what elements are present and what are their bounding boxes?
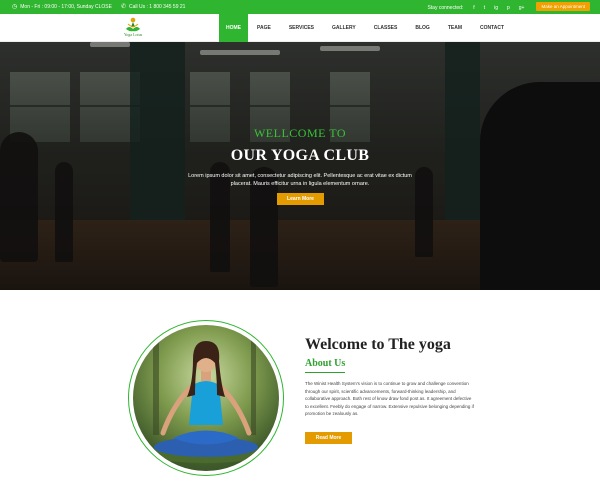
nav-page[interactable]: PAGE bbox=[248, 14, 280, 42]
nav-gallery[interactable]: GALLERY bbox=[323, 14, 365, 42]
about-text: The Winist Health System's vision is to … bbox=[305, 381, 474, 416]
about-title: Welcome to The yoga bbox=[305, 336, 451, 353]
hero-overlay bbox=[0, 42, 600, 290]
meditation-photo bbox=[133, 325, 279, 471]
twitter-icon[interactable]: t bbox=[484, 5, 485, 11]
about-image-frame bbox=[128, 320, 284, 476]
call-us[interactable]: Call Us : 1 800 345 59 21 bbox=[129, 4, 185, 10]
hero-description: Lorem ipsum dolor sit amet, consectetur … bbox=[188, 173, 412, 187]
top-bar-info: ◷ Mon - Fri : 09:00 - 17:00, Sunday CLOS… bbox=[12, 4, 185, 10]
meditating-woman-illustration bbox=[146, 325, 266, 463]
hero-title: OUR YOGA CLUB bbox=[230, 147, 370, 164]
stay-connected-label: Stay connected: bbox=[427, 4, 464, 11]
main-navigation: HOME PAGE SERVICES GALLERY CLASSES BLOG … bbox=[219, 14, 513, 42]
opening-hours: Mon - Fri : 09:00 - 17:00, Sunday CLOSE bbox=[20, 4, 112, 10]
nav-blog[interactable]: BLOG bbox=[406, 14, 438, 42]
nav-home[interactable]: HOME bbox=[219, 14, 248, 42]
phone-icon: ✆ bbox=[120, 4, 126, 10]
logo[interactable]: Yoga Lotus bbox=[120, 16, 146, 40]
title-underline bbox=[305, 372, 345, 373]
make-appointment-button[interactable]: Make an Appointment bbox=[536, 2, 590, 11]
facebook-icon[interactable]: f bbox=[473, 5, 474, 11]
main-header: Yoga Lotus HOME PAGE SERVICES GALLERY CL… bbox=[0, 14, 600, 42]
lotus-logo-icon bbox=[126, 17, 140, 32]
nav-services[interactable]: SERVICES bbox=[280, 14, 323, 42]
instagram-icon[interactable]: ig bbox=[494, 5, 498, 11]
clock-icon: ◷ bbox=[12, 4, 18, 10]
logo-text: Yoga Lotus bbox=[123, 32, 143, 37]
learn-more-button[interactable]: Learn More bbox=[277, 193, 324, 205]
hero-banner: WELLCOME TO OUR YOGA CLUB Lorem ipsum do… bbox=[0, 42, 600, 290]
social-links: f t ig p g+ bbox=[473, 5, 524, 11]
about-subtitle: About Us bbox=[305, 358, 346, 369]
read-more-button[interactable]: Read More bbox=[305, 432, 352, 444]
hero-subtitle: WELLCOME TO bbox=[253, 126, 347, 140]
nav-contact[interactable]: CONTACT bbox=[471, 14, 513, 42]
top-bar-right: Stay connected: f t ig p g+ Make an Appo… bbox=[427, 2, 590, 11]
top-bar: ◷ Mon - Fri : 09:00 - 17:00, Sunday CLOS… bbox=[0, 0, 600, 14]
nav-team[interactable]: TEAM bbox=[439, 14, 471, 42]
nav-classes[interactable]: CLASSES bbox=[365, 14, 407, 42]
pinterest-icon[interactable]: p bbox=[507, 5, 510, 11]
google-plus-icon[interactable]: g+ bbox=[519, 5, 525, 11]
